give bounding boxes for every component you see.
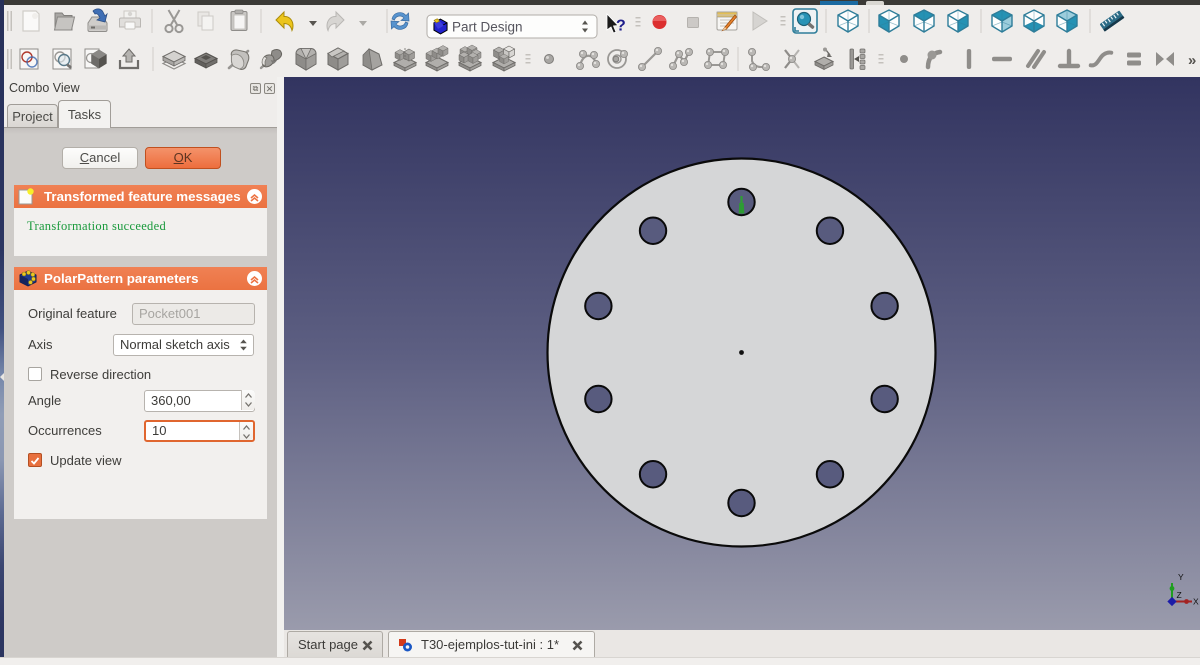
svg-text:Y: Y bbox=[1178, 572, 1184, 582]
svg-text:Z: Z bbox=[1177, 590, 1182, 600]
svg-text:»: » bbox=[1188, 52, 1196, 69]
svg-text:X: X bbox=[1193, 597, 1199, 607]
svg-text:Part Design: Part Design bbox=[452, 20, 523, 35]
svg-text:?: ? bbox=[616, 18, 626, 35]
